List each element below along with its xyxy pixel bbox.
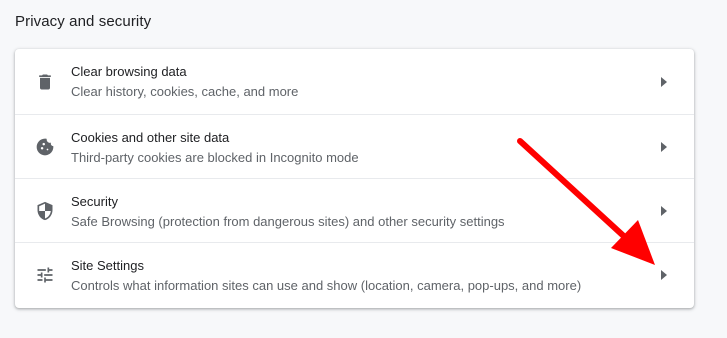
chevron-right-icon[interactable] xyxy=(660,269,668,281)
shield-icon xyxy=(35,201,55,221)
trash-icon xyxy=(35,72,55,92)
site-settings-row[interactable]: Site Settings Controls what information … xyxy=(15,242,694,306)
clear-browsing-data-row[interactable]: Clear browsing data Clear history, cooki… xyxy=(15,49,694,114)
row-label: Cookies and other site data xyxy=(71,130,230,145)
cookies-row[interactable]: Cookies and other site data Third-party … xyxy=(15,114,694,178)
privacy-security-card: Clear browsing data Clear history, cooki… xyxy=(15,49,694,308)
section-title: Privacy and security xyxy=(15,13,152,30)
sliders-icon xyxy=(35,265,55,285)
chevron-right-icon[interactable] xyxy=(660,141,668,153)
row-sublabel: Controls what information sites can use … xyxy=(71,278,582,293)
row-sublabel: Third-party cookies are blocked in Incog… xyxy=(71,150,359,165)
row-sublabel: Safe Browsing (protection from dangerous… xyxy=(71,214,505,229)
chevron-right-icon[interactable] xyxy=(660,205,668,217)
cookie-icon xyxy=(35,137,55,157)
chevron-right-icon[interactable] xyxy=(660,76,668,88)
row-sublabel: Clear history, cookies, cache, and more xyxy=(71,84,299,99)
row-label: Security xyxy=(71,194,118,209)
row-label: Clear browsing data xyxy=(71,64,187,79)
row-label: Site Settings xyxy=(71,258,144,273)
security-row[interactable]: Security Safe Browsing (protection from … xyxy=(15,178,694,242)
